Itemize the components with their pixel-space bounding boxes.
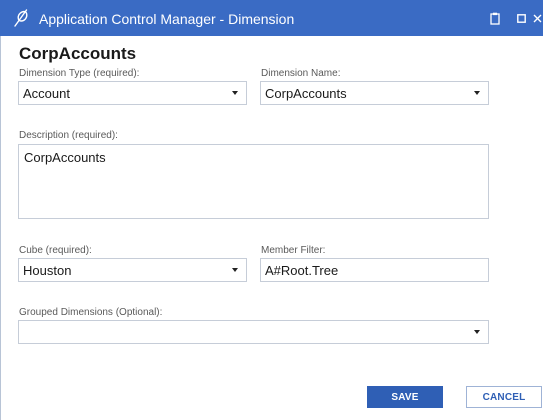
dimension-name-value: CorpAccounts: [265, 85, 347, 101]
dimension-type-label: Dimension Type (required):: [19, 68, 140, 79]
member-filter-value: A#Root.Tree: [265, 262, 339, 278]
cube-select[interactable]: Houston: [18, 258, 247, 282]
member-filter-input[interactable]: A#Root.Tree: [260, 258, 489, 282]
chevron-down-icon: [228, 259, 242, 281]
grouped-dimensions-label: Grouped Dimensions (Optional):: [19, 307, 163, 318]
chevron-down-icon: [228, 82, 242, 104]
cancel-button[interactable]: CANCEL: [466, 386, 542, 408]
window-titlebar: Application Control Manager - Dimension: [0, 0, 543, 36]
close-icon[interactable]: [532, 9, 543, 27]
restore-icon[interactable]: [513, 9, 529, 27]
onestream-logo-icon: [14, 9, 28, 27]
dimension-name-label: Dimension Name:: [261, 68, 341, 79]
dimension-name-select[interactable]: CorpAccounts: [260, 81, 489, 105]
chevron-down-icon: [470, 321, 484, 343]
description-label: Description (required):: [19, 130, 118, 141]
cube-label: Cube (required):: [19, 245, 92, 256]
clipboard-icon[interactable]: [487, 9, 503, 27]
dimension-type-value: Account: [23, 85, 70, 101]
page-title: CorpAccounts: [19, 44, 137, 63]
dimension-type-select[interactable]: Account: [18, 81, 247, 105]
save-button[interactable]: SAVE: [367, 386, 443, 408]
window-title: Application Control Manager - Dimension: [39, 11, 295, 27]
grouped-dimensions-select[interactable]: [18, 320, 489, 344]
chevron-down-icon: [470, 82, 484, 104]
cube-value: Houston: [23, 262, 72, 278]
description-textarea[interactable]: CorpAccounts: [18, 144, 489, 219]
member-filter-label: Member Filter:: [261, 245, 326, 256]
